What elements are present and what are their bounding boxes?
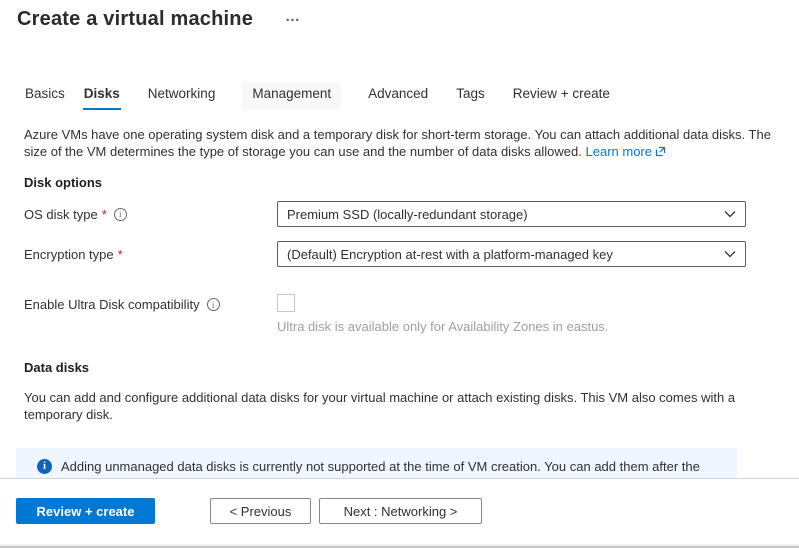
external-link-icon [655, 144, 666, 161]
tab-tags[interactable]: Tags [455, 82, 486, 110]
more-options-icon[interactable]: … [285, 10, 301, 24]
tab-networking[interactable]: Networking [147, 82, 217, 110]
ultra-disk-label: Enable Ultra Disk compatibility i [24, 297, 277, 312]
page-title: Create a virtual machine [17, 6, 253, 32]
os-disk-type-row: OS disk type * i Premium SSD (locally-re… [24, 201, 799, 227]
os-disk-type-select[interactable]: Premium SSD (locally-redundant storage) [277, 201, 746, 227]
encryption-type-row: Encryption type * (Default) Encryption a… [24, 241, 799, 267]
data-disks-description: You can add and configure additional dat… [24, 389, 769, 423]
intro-paragraph: Azure VMs have one operating system disk… [24, 126, 775, 161]
learn-more-link[interactable]: Learn more [586, 144, 666, 159]
page-header: Create a virtual machine … [17, 6, 799, 32]
encryption-type-value: (Default) Encryption at-rest with a plat… [287, 247, 716, 262]
tab-management[interactable]: Management [242, 82, 341, 110]
next-networking-button[interactable]: Next : Networking > [319, 498, 482, 524]
tab-disks[interactable]: Disks [83, 82, 121, 110]
tab-basics[interactable]: Basics [24, 82, 66, 110]
info-icon[interactable]: i [114, 208, 127, 221]
wizard-tabs: Basics Disks Networking Management Advan… [24, 82, 799, 110]
encryption-type-label: Encryption type * [24, 247, 277, 262]
tab-review-create[interactable]: Review + create [512, 82, 611, 110]
review-create-button[interactable]: Review + create [16, 498, 155, 524]
required-asterisk: * [102, 207, 107, 222]
data-disks-heading: Data disks [24, 360, 799, 375]
os-disk-type-value: Premium SSD (locally-redundant storage) [287, 207, 716, 222]
ultra-disk-row: Enable Ultra Disk compatibility i Ultra … [24, 294, 799, 335]
tab-advanced[interactable]: Advanced [367, 82, 429, 110]
os-disk-type-label: OS disk type * i [24, 207, 277, 222]
disk-options-heading: Disk options [24, 175, 799, 190]
required-asterisk: * [118, 247, 123, 262]
previous-button[interactable]: < Previous [210, 498, 311, 524]
chevron-down-icon [724, 210, 736, 218]
footer-bar: Review + create < Previous Next : Networ… [0, 478, 799, 544]
encryption-type-select[interactable]: (Default) Encryption at-rest with a plat… [277, 241, 746, 267]
ultra-disk-helper-text: Ultra disk is available only for Availab… [277, 319, 608, 335]
chevron-down-icon [724, 250, 736, 258]
ultra-disk-field: Ultra disk is available only for Availab… [277, 294, 608, 335]
info-banner-icon: i [37, 459, 52, 474]
ultra-disk-checkbox[interactable] [277, 294, 295, 312]
info-icon[interactable]: i [207, 298, 220, 311]
